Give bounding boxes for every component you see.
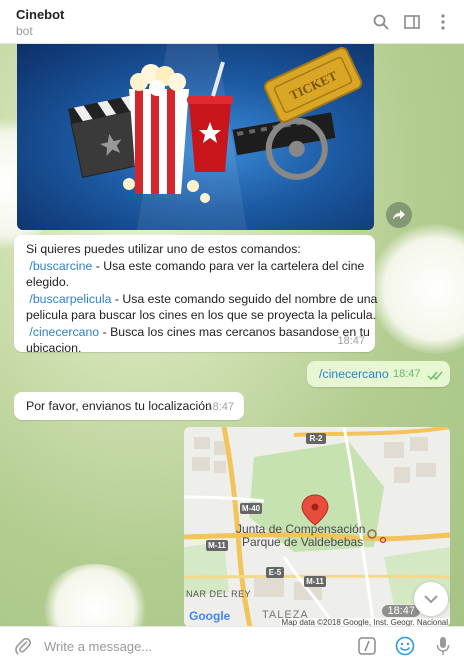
- command-description: - Busca los cines mas cercanos basandose…: [99, 324, 370, 339]
- background-flower: [370, 224, 464, 354]
- chat-history[interactable]: TICKET Si quieres puedes utilizar uno de…: [0, 44, 464, 626]
- message-time: 18:47: [382, 605, 420, 617]
- chat-title[interactable]: Cinebot: [16, 7, 64, 22]
- message-input[interactable]: [44, 627, 344, 664]
- sidebar-toggle-icon[interactable]: [402, 12, 422, 32]
- bot-message-location-request: Por favor, envianos tu localización 18:4…: [14, 392, 244, 420]
- user-message-cinecercano: /cinecercano 18:47: [307, 361, 450, 387]
- command-link-cinecercano[interactable]: /cinecercano: [319, 367, 389, 381]
- search-icon[interactable]: [371, 12, 391, 32]
- command-link-buscarpelicula[interactable]: /buscarpelicula: [29, 292, 111, 306]
- map-place-name: Parque de Valdebebas: [242, 535, 364, 549]
- road-label: M-11: [306, 577, 324, 586]
- chat-subtitle: bot: [16, 24, 33, 38]
- scroll-to-bottom-button[interactable]: [414, 582, 448, 616]
- attach-icon[interactable]: [12, 635, 34, 657]
- road-label: M-11: [208, 541, 226, 550]
- command-icon[interactable]: [356, 635, 378, 657]
- road-label: M-40: [241, 504, 261, 513]
- microphone-icon[interactable]: [432, 635, 454, 657]
- location-map[interactable]: R-2 M-40 M-11 E-5 M-11 Junta de Compensa…: [184, 427, 450, 626]
- message-time: 18:47: [393, 368, 421, 380]
- more-vertical-icon[interactable]: [433, 12, 453, 32]
- message-text: Si quieres puedes utilizar uno de estos …: [26, 241, 377, 357]
- read-checkmarks-icon: [427, 369, 443, 384]
- command-description: - Usa este comando seguido del nombre de…: [111, 291, 378, 306]
- command-description-cont: pelicula para buscar los cines en los qu…: [26, 308, 376, 322]
- map-area-label: NAR DEL REY: [186, 589, 252, 599]
- map-place-label: Junta de Compensación Parque de Valdebeb…: [236, 523, 365, 549]
- command-description-cont: elegido.: [26, 275, 70, 289]
- share-icon[interactable]: [386, 202, 412, 228]
- road-label: R-2: [309, 434, 323, 443]
- command-description-cont: ubicacion.: [26, 341, 82, 355]
- message-time: 18:47: [206, 401, 234, 413]
- emoji-icon[interactable]: [394, 635, 416, 657]
- command-link-cinecercano[interactable]: /cinecercano: [29, 325, 99, 339]
- commands-intro: Si quieres puedes utilizar uno de estos …: [26, 242, 301, 256]
- chat-header: Cinebot bot: [0, 0, 464, 44]
- message-composer: [0, 626, 464, 664]
- command-link-buscarcine[interactable]: /buscarcine: [29, 259, 92, 273]
- chevron-down-icon: [424, 592, 438, 607]
- message-text: Por favor, envianos tu localización: [26, 399, 212, 413]
- bot-message-commands: Si quieres puedes utilizar uno de estos …: [14, 235, 377, 355]
- message-time: 18:47: [337, 335, 365, 347]
- map-attribution: Map data ©2018 Google, Inst. Geogr. Naci…: [279, 618, 450, 626]
- google-logo: Google: [189, 609, 231, 623]
- cinema-image[interactable]: TICKET: [17, 44, 374, 230]
- background-flower: [40, 564, 150, 626]
- road-label: E-5: [268, 568, 282, 577]
- command-description: - Usa este comando para ver la cartelera…: [92, 258, 365, 273]
